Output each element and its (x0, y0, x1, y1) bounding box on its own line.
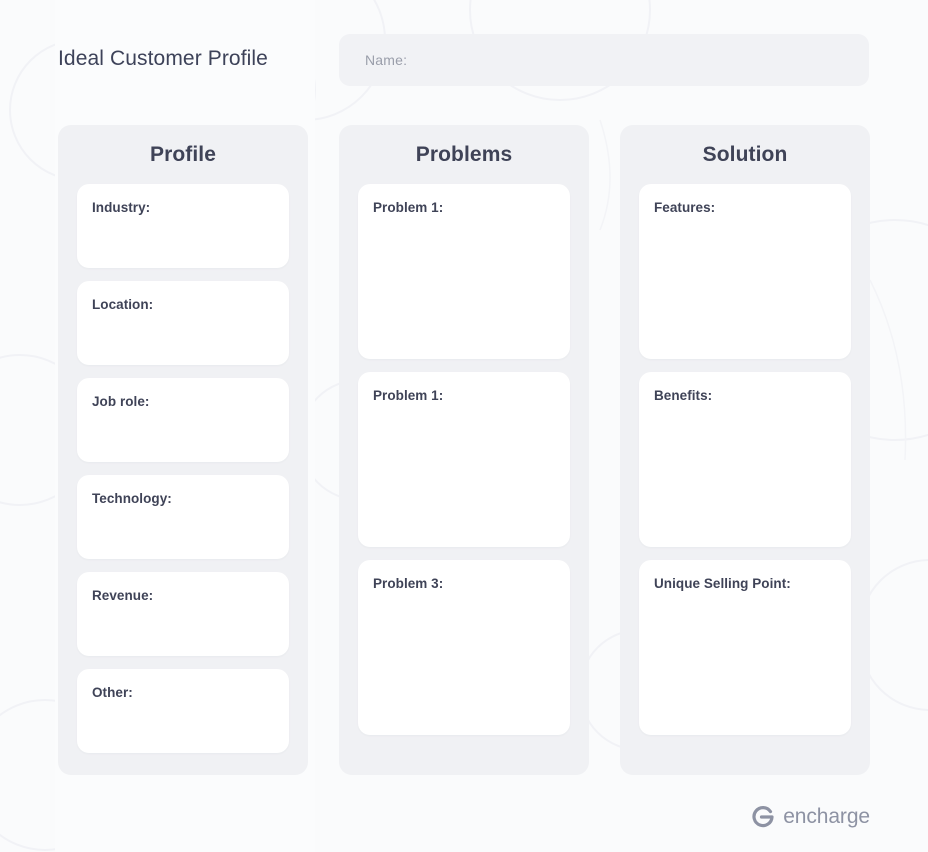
card-problem-second[interactable]: Problem 1: (358, 372, 570, 547)
column-title-profile: Profile (149, 143, 217, 166)
cards-solution: Features: Benefits: Unique Selling Point… (639, 184, 851, 751)
page-title: Ideal Customer Profile (58, 47, 268, 70)
card-label: Industry: (92, 200, 151, 215)
card-problem-third[interactable]: Problem 3: (358, 560, 570, 735)
card-label: Technology: (92, 491, 172, 506)
column-solution: Solution Features: Benefits: Unique Sell… (620, 125, 870, 775)
card-label: Unique Selling Point: (654, 576, 791, 591)
cards-problems: Problem 1: Problem 1: Problem 3: (358, 184, 570, 751)
card-other[interactable]: Other: (77, 669, 289, 753)
columns-container: Profile Industry: Location: Job role: Te… (58, 125, 870, 775)
card-technology[interactable]: Technology: (77, 475, 289, 559)
card-location[interactable]: Location: (77, 281, 289, 365)
card-label: Problem 1: (373, 388, 444, 403)
encharge-circle-icon (752, 806, 774, 828)
card-label: Job role: (92, 394, 150, 409)
card-label: Other: (92, 685, 133, 700)
card-label: Benefits: (654, 388, 713, 403)
icp-worksheet: Ideal Customer Profile Name: Profile Ind… (0, 0, 928, 852)
column-title-solution: Solution (702, 143, 788, 166)
card-features[interactable]: Features: (639, 184, 851, 359)
card-label: Problem 3: (373, 576, 444, 591)
card-label: Problem 1: (373, 200, 444, 215)
column-problems: Problems Problem 1: Problem 1: Problem 3… (339, 125, 589, 775)
cards-profile: Industry: Location: Job role: Technology… (77, 184, 289, 753)
column-title-problems: Problems (415, 143, 513, 166)
card-unique-selling-point[interactable]: Unique Selling Point: (639, 560, 851, 735)
card-job-role[interactable]: Job role: (77, 378, 289, 462)
name-input-placeholder: Name: (365, 52, 408, 68)
name-input[interactable]: Name: (339, 34, 869, 86)
card-industry[interactable]: Industry: (77, 184, 289, 268)
card-revenue[interactable]: Revenue: (77, 572, 289, 656)
card-problem-first[interactable]: Problem 1: (358, 184, 570, 359)
card-label: Location: (92, 297, 154, 312)
brand-wordmark: encharge (783, 805, 870, 828)
card-label: Features: (654, 200, 716, 215)
card-benefits[interactable]: Benefits: (639, 372, 851, 547)
column-profile: Profile Industry: Location: Job role: Te… (58, 125, 308, 775)
card-label: Revenue: (92, 588, 154, 603)
brand-logo: encharge (750, 804, 870, 830)
